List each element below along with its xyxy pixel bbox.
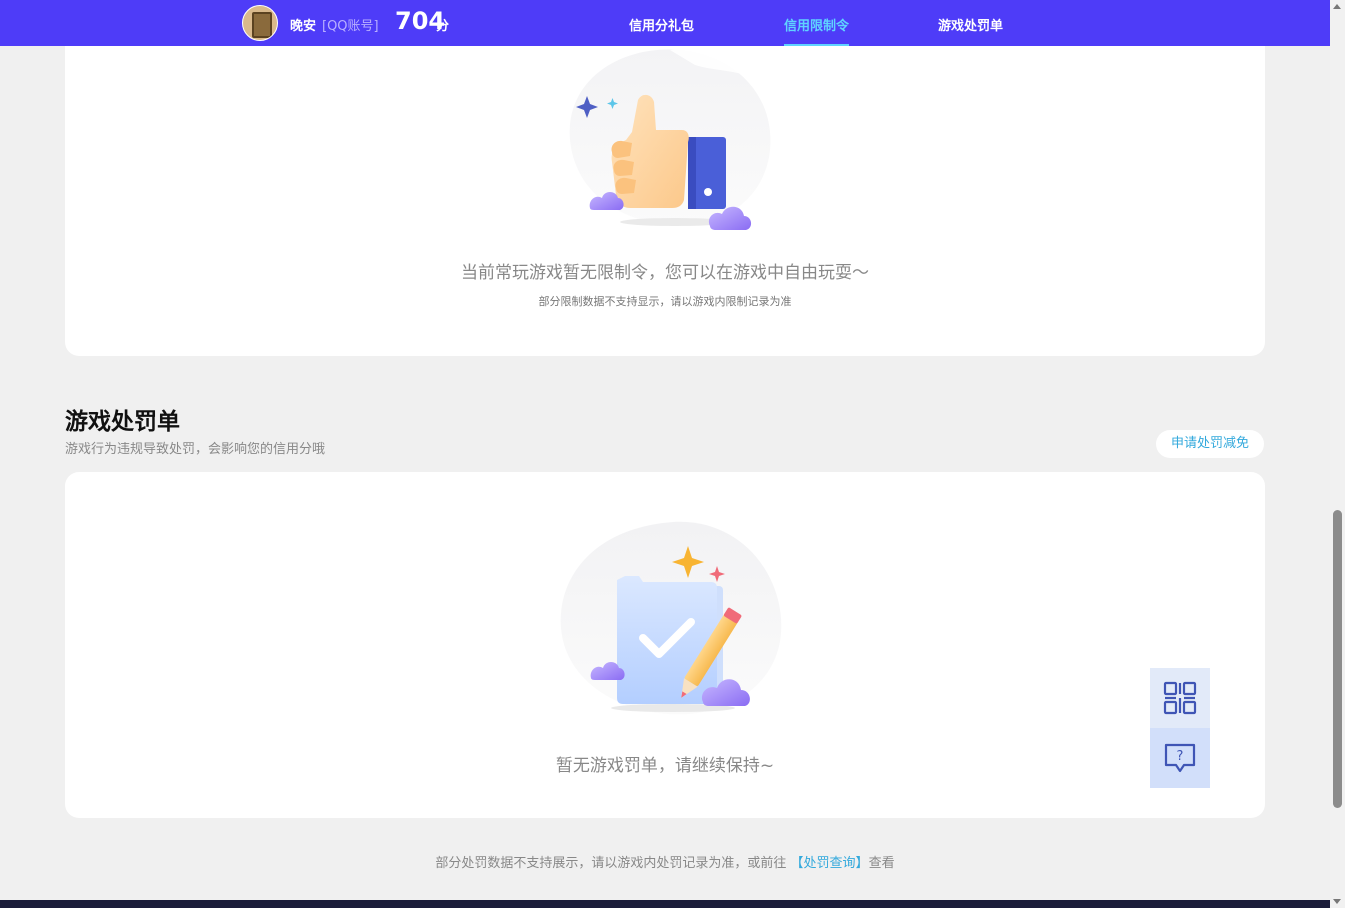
- penalty-section-title: 游戏处罚单: [65, 409, 180, 435]
- penalty-empty-text: 暂无游戏罚单，请继续保持~: [555, 756, 775, 776]
- score-unit: 分: [436, 19, 450, 34]
- user-name: 晚安: [290, 19, 317, 34]
- nav-tab-game-penalty[interactable]: 游戏处罚单: [938, 15, 1003, 46]
- penalty-card: 暂无游戏罚单，请继续保持~: [65, 472, 1265, 818]
- help-chat-icon: ?: [1164, 743, 1196, 773]
- restriction-empty-text: 当前常玩游戏暂无限制令，您可以在游戏中自由玩耍～: [461, 263, 869, 283]
- document-check-icon: [560, 521, 782, 715]
- nav-tab-credit-restriction[interactable]: 信用限制令: [784, 15, 850, 46]
- nav-tab-credit-gift[interactable]: 信用分礼包: [629, 15, 694, 46]
- footer-note-text: 部分处罚数据不支持展示，请以游戏内处罚记录为准，或前往: [435, 856, 791, 871]
- avatar[interactable]: [242, 5, 278, 41]
- qr-code-button[interactable]: [1150, 668, 1210, 728]
- qr-code-icon: [1163, 681, 1197, 715]
- penalty-query-link[interactable]: 【处罚查询】: [791, 856, 869, 871]
- page-bottom-strip: [0, 900, 1330, 908]
- account-type: [QQ账号]: [322, 19, 379, 34]
- scrollbar-thumb[interactable]: [1333, 510, 1342, 808]
- top-nav-bar: 晚安 [QQ账号] 704 分 信用分礼包 信用限制令 游戏处罚单: [0, 0, 1330, 46]
- avatar-image: [252, 12, 272, 38]
- svg-text:?: ?: [1177, 749, 1184, 764]
- vertical-scrollbar[interactable]: [1330, 0, 1345, 908]
- scroll-down-arrow-icon[interactable]: [1333, 899, 1341, 904]
- penalty-section-subtitle: 游戏行为违规导致处罚，会影响您的信用分哦: [65, 442, 326, 457]
- footer-note: 部分处罚数据不支持展示，请以游戏内处罚记录为准，或前往 【处罚查询】查看: [0, 852, 1330, 871]
- restriction-note: 部分限制数据不支持显示，请以游戏内限制记录为准: [538, 295, 792, 308]
- apply-penalty-reduction-button[interactable]: 申请处罚减免: [1156, 430, 1264, 458]
- help-feedback-button[interactable]: ?: [1150, 728, 1210, 788]
- restriction-card: 当前常玩游戏暂无限制令，您可以在游戏中自由玩耍～ 部分限制数据不支持显示，请以游…: [65, 20, 1265, 356]
- scroll-up-arrow-icon[interactable]: [1333, 4, 1341, 9]
- thumbs-up-icon: [569, 48, 771, 230]
- footer-note-suffix: 查看: [868, 856, 895, 871]
